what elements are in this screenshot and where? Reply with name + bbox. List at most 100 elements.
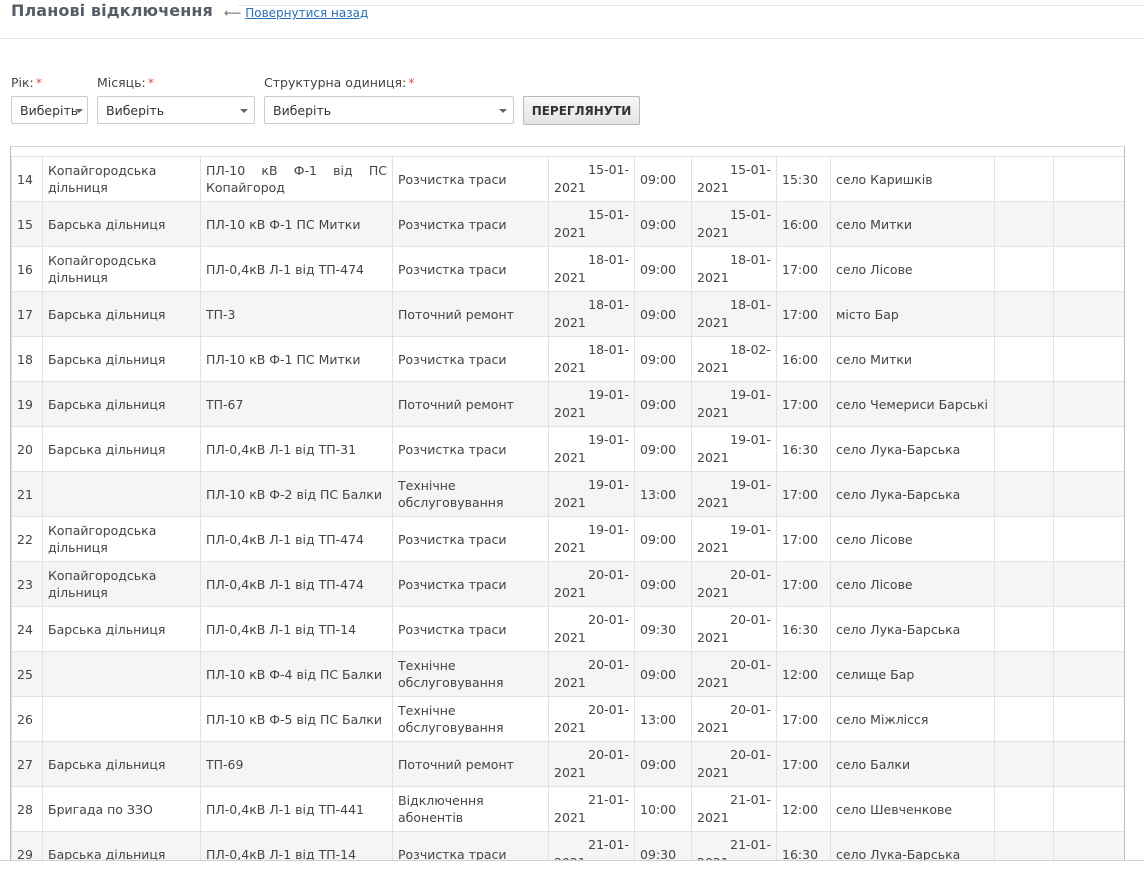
start-time-cell: 09:00 [634,651,692,697]
start-date-cell: 18-01- 2021 [548,336,635,382]
start-date-cell: 15-01- 2021 [548,201,635,247]
extra-cell [1053,291,1124,337]
unit-cell: Барська дільниця [42,336,201,382]
extra-cell [1053,696,1124,742]
end-time-cell: 17:00 [776,696,831,742]
end-time-cell: 16:30 [776,831,831,860]
end-date-day-month: 19-01- [730,477,771,492]
chevron-down-icon [75,109,83,113]
chevron-down-icon [499,109,507,113]
location-cell: село Лука-Барська [830,471,995,517]
start-time-cell: 09:30 [634,831,692,860]
start-date-year: 2021 [554,360,586,375]
location-cell: село Каришків [830,156,995,202]
location-cell: село Лука-Барська [830,831,995,860]
row-number-cell: 24 [11,606,43,652]
work-type-cell: Розчистка траси [392,336,549,382]
extra-cell [994,831,1054,860]
month-label: Місяць: * [97,75,154,90]
year-select[interactable]: Виберіть [11,96,88,124]
start-time-cell: 13:00 [634,696,692,742]
location-cell: село Шевченкове [830,786,995,832]
start-time-cell: 09:00 [634,741,692,787]
table-row: 19 Барська дільниця ТП-67 Поточний ремонт 19… [11,381,1124,427]
start-date-cell: 18-01- 2021 [548,291,635,337]
extra-cell [1053,516,1124,562]
work-type-cell: Поточний ремонт [392,741,549,787]
extra-cell [1053,606,1124,652]
extra-cell [994,696,1054,742]
extra-cell [1053,741,1124,787]
unit-cell [42,651,201,697]
start-date-year: 2021 [554,270,586,285]
object-cell: ПЛ-0,4кВ Л-1 від ТП-441 [200,786,393,832]
object-cell: ПЛ-10 кВ Ф-1 від ПС Копайгород [200,156,393,202]
row-number-cell: 14 [11,156,43,202]
row-number-cell: 19 [11,381,43,427]
top-divider [238,5,1144,6]
row-number-cell: 18 [11,336,43,382]
row-number-cell: 27 [11,741,43,787]
back-link[interactable]: Повернутися назад [245,6,368,20]
extra-cell [994,786,1054,832]
end-date-year: 2021 [697,630,729,645]
end-date-day-month: 19-01- [730,522,771,537]
extra-cell [1053,426,1124,472]
work-type-cell: Розчистка траси [392,516,549,562]
chevron-down-icon [240,109,248,113]
end-date-year: 2021 [697,495,729,510]
end-date-year: 2021 [697,180,729,195]
end-time-cell: 17:00 [776,471,831,517]
end-date-cell: 21-01-2021 [691,831,777,860]
row-number-cell: 20 [11,426,43,472]
location-cell: село Балки [830,741,995,787]
unit-select[interactable]: Виберіть [264,96,514,124]
work-type-cell: Розчистка траси [392,831,549,860]
table-row: 29 Барська дільниця ПЛ-0,4кВ Л-1 від ТП-14… [11,831,1124,860]
object-cell: ПЛ-10 кВ Ф-2 від ПС Балки [200,471,393,517]
work-type-cell: Розчистка траси [392,156,549,202]
outages-table: 14 Копайгородська дільниця ПЛ-10 кВ Ф-1 ві… [11,156,1124,860]
end-date-cell: 20-01- 2021 [691,741,777,787]
extra-cell [994,336,1054,382]
start-date-cell: 20-01- 2021 [548,561,635,607]
table-row: 28 Бригада по ЗЗО ПЛ-0,4кВ Л-1 від ТП-441 В… [11,786,1124,832]
view-button[interactable]: ПЕРЕГЛЯНУТИ [523,96,640,125]
object-cell: ТП-67 [200,381,393,427]
object-cell: ПЛ-10 кВ Ф-1 ПС Митки [200,336,393,382]
start-date-year: 2021 [554,450,586,465]
extra-cell [994,606,1054,652]
end-date-cell: 18-01- 2021 [691,291,777,337]
end-date-cell: 19-01- 2021 [691,426,777,472]
end-date-day-month: 15-01- [730,162,771,177]
unit-cell: Барська дільниця [42,201,201,247]
outages-table-scroll[interactable]: 14 Копайгородська дільниця ПЛ-10 кВ Ф-1 ві… [10,146,1125,860]
month-select[interactable]: Виберіть [97,96,255,124]
end-date-day-month: 20-01- [730,612,771,627]
start-date-year: 2021 [554,585,586,600]
row-number-cell: 26 [11,696,43,742]
unit-cell: Копайгородська дільниця [42,156,201,202]
row-number-cell: 17 [11,291,43,337]
end-date-year: 2021 [697,585,729,600]
location-cell: село Лука-Барська [830,606,995,652]
unit-cell: Барська дільниця [42,606,201,652]
location-cell: село Митки [830,201,995,247]
location-cell: село Лісове [830,561,995,607]
row-number-cell: 15 [11,201,43,247]
start-date-year: 2021 [554,810,586,825]
start-date-day-month: 19-01- [588,387,629,402]
table-row: 16 Копайгородська дільниця ПЛ-0,4кВ Л-1 ві… [11,246,1124,292]
end-time-cell: 12:00 [776,786,831,832]
start-time-cell: 13:00 [634,471,692,517]
back-link-container[interactable]: ⟵ Повернутися назад [224,6,368,20]
start-time-cell: 09:30 [634,606,692,652]
end-time-cell: 17:00 [776,291,831,337]
row-number-cell: 16 [11,246,43,292]
location-cell: село Митки [830,336,995,382]
unit-cell: Бригада по ЗЗО [42,786,201,832]
unit-cell: Барська дільниця [42,426,201,472]
back-arrow-icon: ⟵ [224,6,242,20]
end-date-day-month: 21-01- [730,792,771,807]
object-cell: ПЛ-0,4кВ Л-1 від ТП-474 [200,561,393,607]
